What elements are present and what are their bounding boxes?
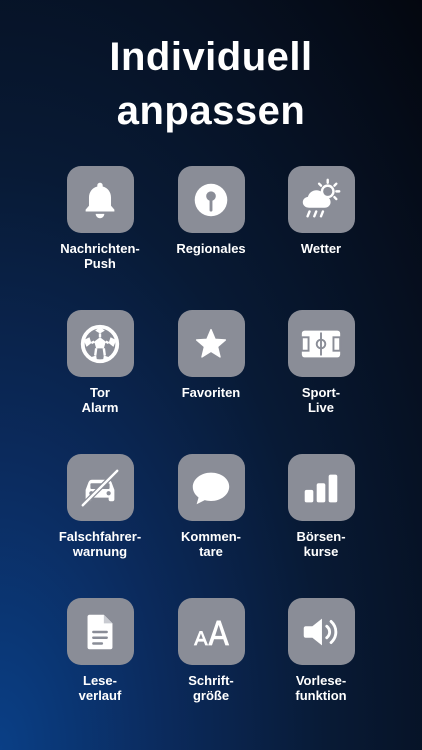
tile-icon-box [66,166,134,233]
tile-label: Börsen- kurse [261,529,381,559]
tile-schriftgroesse[interactable]: Schrift- größe [151,598,271,703]
tile-label: Nachrichten- Push [40,241,160,271]
label-line-1: Lese- [83,673,117,688]
label-line-1: Sport- [301,385,341,400]
tile-label: Wetter [261,241,381,256]
tile-kommentare[interactable]: Kommen- tare [151,454,271,559]
tile-icon-box [287,598,355,665]
tile-vorlesefunktion[interactable]: Vorlese- funktion [261,598,381,703]
speech-bubble-icon [192,472,230,504]
tile-label: Sport- Live [261,385,381,415]
label-line-2: verlauf [78,688,122,703]
tile-icon-box [287,166,355,233]
label-line-1: Favoriten [181,385,241,400]
tile-icon-box [177,598,245,665]
label-line-1: Wetter [300,241,342,256]
tile-nachrichten-push[interactable]: Nachrichten- Push [40,166,160,271]
tile-label: Vorlese- funktion [261,673,381,703]
tile-icon-box [66,310,134,377]
label-line-1: Nachrichten- [60,241,140,256]
tile-sport-live[interactable]: Sport- Live [261,310,381,415]
tile-label: Favoriten [151,385,271,400]
label-line-1: Börsen- [296,529,346,544]
tile-icon-box [177,454,245,521]
tile-wetter[interactable]: Wetter [261,166,381,256]
tile-label: Regionales [151,241,271,256]
tile-icon-box [287,454,355,521]
title-line-1: Individuell [109,35,313,79]
label-line-2: warnung [72,544,128,559]
tile-leseverlauf[interactable]: Lese- verlauf [40,598,160,703]
soccer-field-icon [300,330,342,357]
label-line-2: kurse [303,544,339,559]
page-title: Individuell anpassen [0,30,422,138]
title-line-2: anpassen [116,89,306,133]
tile-icon-box [287,310,355,377]
tile-icon-box [66,454,134,521]
label-line-2: Push [84,256,116,271]
bar-chart-icon [304,474,338,502]
tile-regionales[interactable]: Regionales [151,166,271,256]
tile-falschfahrerwarnung[interactable]: Falschfahrer- warnung [40,454,160,559]
label-line-2: Alarm [81,400,119,415]
tile-favoriten[interactable]: Favoriten [151,310,271,400]
tile-label: Lese- verlauf [40,673,160,703]
label-line-1: Falschfahrer- [58,529,142,544]
tile-tor-alarm[interactable]: Tor Alarm [40,310,160,415]
label-line-1: Schrift- [188,673,234,688]
label-line-2: tare [199,544,223,559]
tile-icon-box [177,310,245,377]
soccer-ball-icon [80,324,120,363]
label-line-1: Tor [90,385,110,400]
tile-label: Schrift- größe [151,673,271,703]
label-line-1: Kommen- [181,529,241,544]
label-line-2: funktion [295,688,347,703]
star-icon [195,328,227,358]
bell-icon [85,182,115,218]
weather-icon [302,178,341,217]
tile-icon-box [177,166,245,233]
tile-boersenkurse[interactable]: Börsen- kurse [261,454,381,559]
tile-label: Kommen- tare [151,529,271,559]
label-line-2: Live [307,400,334,415]
label-line-2: größe [192,688,230,703]
tile-label: Tor Alarm [40,385,160,415]
document-icon [87,614,113,649]
label-line-1: Regionales [176,241,246,256]
tile-label: Falschfahrer- warnung [40,529,160,559]
speaker-icon [303,618,338,645]
tile-icon-box [66,598,134,665]
font-size-icon [193,620,230,645]
map-pin-icon [194,183,228,216]
label-line-1: Vorlese- [295,673,347,688]
wrong-way-car-icon [81,468,119,507]
